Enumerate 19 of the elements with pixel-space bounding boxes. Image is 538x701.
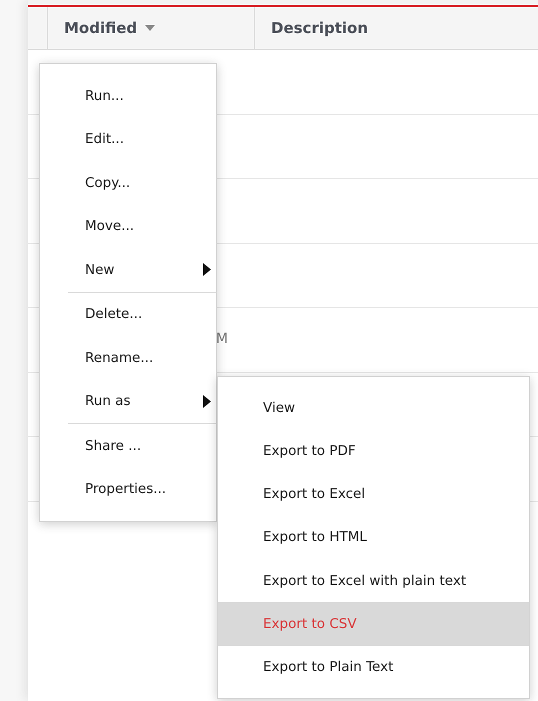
menu-item[interactable]: Export to PDF: [218, 429, 529, 473]
menu-item[interactable]: Rename...: [40, 336, 216, 380]
column-header[interactable]: Description: [255, 7, 538, 49]
menu-item[interactable]: Copy...: [40, 161, 216, 204]
menu-item[interactable]: Share ...: [40, 424, 216, 468]
menu-item[interactable]: New: [40, 248, 216, 292]
menu-item[interactable]: Run...: [40, 74, 216, 118]
menu-item[interactable]: Run as: [40, 380, 216, 423]
table-cell-text: M: [216, 330, 228, 350]
menu-item[interactable]: Export to Excel with plain text: [218, 559, 529, 602]
menu-item[interactable]: Export to Plain Text: [218, 646, 529, 690]
menu-item[interactable]: Export to HTML: [218, 516, 529, 560]
menu-item[interactable]: Export to Excel: [218, 472, 529, 516]
menu-item[interactable]: View: [218, 386, 529, 430]
column-header[interactable]: Modified: [48, 7, 255, 49]
menu-item[interactable]: Delete...: [40, 292, 216, 336]
menu-item[interactable]: Edit...: [40, 118, 216, 161]
menu-item[interactable]: Move...: [40, 204, 216, 248]
menu-item[interactable]: Properties...: [40, 468, 216, 511]
